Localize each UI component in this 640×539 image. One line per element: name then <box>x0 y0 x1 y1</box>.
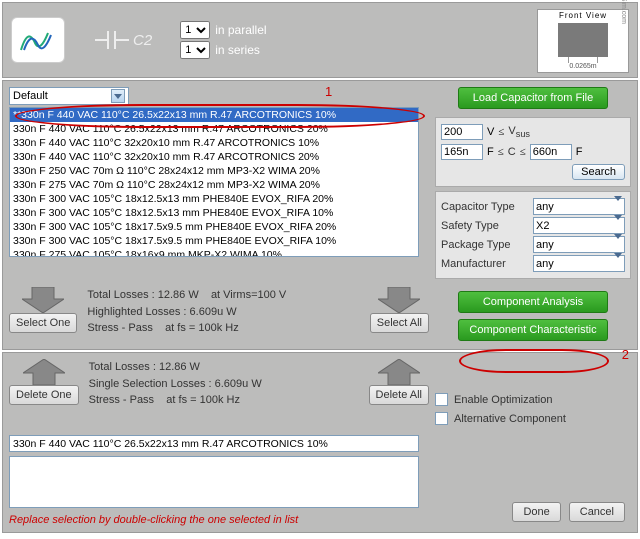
arrow-down-icon <box>22 287 64 313</box>
filter-label: Manufacturer <box>441 258 533 270</box>
f-unit: F <box>487 146 494 158</box>
list-item[interactable]: 330n F 440 VAC 110°C 32x20x10 mm R.47 AR… <box>10 136 418 150</box>
v-min-input[interactable] <box>441 124 483 140</box>
alternative-component-checkbox[interactable] <box>435 412 448 425</box>
list-item[interactable]: 330n F 300 VAC 105°C 18x12.5x13 mm PHE84… <box>10 192 418 206</box>
alternative-component-label: Alternative Component <box>454 413 566 425</box>
load-capacitor-button[interactable]: Load Capacitor from File <box>458 87 608 109</box>
frontview-title: Front View <box>559 11 607 20</box>
list-item[interactable]: 330n F 440 VAC 110°C 32x20x10 mm R.47 AR… <box>10 150 418 164</box>
arrow-up-icon <box>23 359 65 385</box>
filter-select[interactable]: any <box>533 198 625 215</box>
delete-all-button[interactable]: Delete All <box>369 385 429 405</box>
capacitor-symbol: C2 <box>95 25 152 55</box>
arrow-down-icon <box>378 287 420 313</box>
chevron-down-icon <box>111 89 125 103</box>
stress-label: Stress - Pass <box>87 322 152 334</box>
fs-label-2: at fs = 100k Hz <box>166 394 240 406</box>
v-unit: V <box>487 126 494 138</box>
enable-optimization-checkbox[interactable] <box>435 393 448 406</box>
parallel-series-group: 1 in parallel 1 in series <box>180 21 266 59</box>
search-button[interactable]: Search <box>572 164 625 180</box>
component-characteristic-button[interactable]: Component Characteristic <box>458 319 608 341</box>
stress-label-2: Stress - Pass <box>89 394 154 406</box>
chevron-down-icon <box>614 220 622 232</box>
component-analysis-button[interactable]: Component Analysis <box>458 291 608 313</box>
filter-select[interactable]: X2 <box>533 217 625 234</box>
le-icon: ≤ <box>520 146 526 158</box>
list-item[interactable]: 330n F 440 VAC 110°C 26.5x22x13 mm R.47 … <box>10 122 418 136</box>
list-item[interactable]: 330n F 300 VAC 105°C 18x17.5x9.5 mm PHE8… <box>10 234 418 248</box>
total-losses-2: Total Losses : 12.86 W <box>89 359 363 376</box>
highlighted-losses: Highlighted Losses : 6.609u W <box>87 304 363 321</box>
list-item[interactable]: 330n F 250 VAC 70m Ω 110°C 28x24x12 mm M… <box>10 164 418 178</box>
component-listbox[interactable]: **330n F 440 VAC 110°C 26.5x22x13 mm R.4… <box>9 107 419 257</box>
arrow-up-icon <box>378 359 420 385</box>
frontview-panel: Front View 0.0265m © PowerESim.com <box>537 9 629 73</box>
list-item[interactable]: 330n F 275 VAC 70m Ω 110°C 28x24x12 mm M… <box>10 178 418 192</box>
preset-value: Default <box>13 90 48 102</box>
frontview-dimension: 0.0265m <box>569 63 596 70</box>
component-id: C2 <box>133 32 152 49</box>
c-min-input[interactable] <box>441 144 483 160</box>
filter-label: Package Type <box>441 239 533 251</box>
filter-label: Safety Type <box>441 220 533 232</box>
done-button[interactable]: Done <box>512 502 560 522</box>
parallel-select[interactable]: 1 <box>180 21 210 39</box>
search-panel: V ≤ Vsus F ≤ C ≤ F Search <box>435 117 631 187</box>
filter-select[interactable]: any <box>533 255 625 272</box>
enable-optimization-label: Enable Optimization <box>454 394 552 406</box>
chevron-down-icon <box>614 258 622 270</box>
v-sus-label: Vsus <box>508 125 530 139</box>
selection-text-input[interactable] <box>9 435 419 452</box>
series-select[interactable]: 1 <box>180 41 210 59</box>
parallel-label: in parallel <box>215 23 266 37</box>
chevron-down-icon <box>614 239 622 251</box>
series-label: in series <box>215 43 260 57</box>
c-label: C <box>508 146 516 158</box>
list-item[interactable]: 330n F 300 VAC 105°C 18x17.5x9.5 mm PHE8… <box>10 220 418 234</box>
selection-list[interactable] <box>9 456 419 508</box>
virms-label: at Virms=100 V <box>211 289 286 301</box>
frontview-credit: © PowerESim.com <box>620 0 627 24</box>
select-one-button[interactable]: Select One <box>9 313 77 333</box>
preset-select[interactable]: Default <box>9 87 129 105</box>
delete-one-button[interactable]: Delete One <box>9 385 79 405</box>
chevron-down-icon <box>614 201 622 213</box>
f-unit-2: F <box>576 146 583 158</box>
logo <box>11 17 65 63</box>
filter-panel: Capacitor TypeanySafety TypeX2Package Ty… <box>435 191 631 279</box>
filter-select[interactable]: any <box>533 236 625 253</box>
total-losses-label: Total Losses : 12.86 W <box>87 289 198 301</box>
single-sel-losses: Single Selection Losses : 6.609u W <box>89 376 363 393</box>
le-icon: ≤ <box>498 126 504 138</box>
c-max-input[interactable] <box>530 144 572 160</box>
fs-label: at fs = 100k Hz <box>165 322 239 334</box>
select-all-button[interactable]: Select All <box>370 313 429 333</box>
annotation-2: 2 <box>622 347 629 362</box>
le-icon: ≤ <box>498 146 504 158</box>
filter-label: Capacitor Type <box>441 201 533 213</box>
list-item[interactable]: 330n F 300 VAC 105°C 18x12.5x13 mm PHE84… <box>10 206 418 220</box>
list-item[interactable]: **330n F 440 VAC 110°C 26.5x22x13 mm R.4… <box>10 108 418 122</box>
cancel-button[interactable]: Cancel <box>569 502 625 522</box>
list-item[interactable]: 330n F 275 VAC 105°C 18x16x9 mm MKP-X2 W… <box>10 248 418 257</box>
annotation-1: 1 <box>325 84 332 99</box>
